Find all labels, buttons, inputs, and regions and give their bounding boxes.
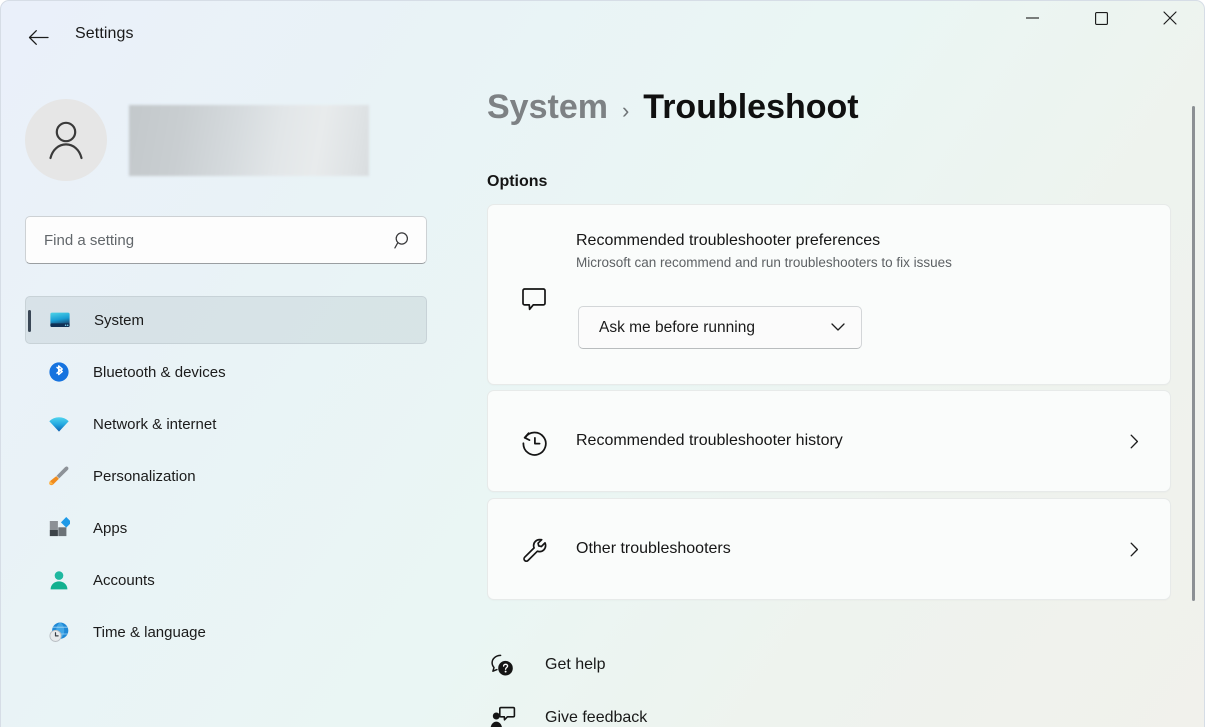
sidebar-item-label: Accounts (93, 572, 155, 589)
help-question-icon (487, 650, 517, 680)
person-avatar-icon (25, 99, 107, 181)
card-row[interactable]: Other troubleshooters (488, 499, 1170, 599)
chevron-right-icon (1124, 539, 1144, 559)
wrench-icon (517, 533, 551, 567)
sidebar-item-label: Apps (93, 520, 127, 537)
search-input[interactable] (25, 216, 427, 264)
back-arrow-icon[interactable] (19, 19, 57, 55)
wifi-icon (47, 412, 71, 436)
sidebar-item-system[interactable]: System (25, 296, 427, 344)
section-heading-options: Options (487, 173, 547, 191)
sidebar-item-label: System (94, 312, 144, 329)
history-clock-icon (517, 425, 551, 459)
sidebar-item-label: Personalization (93, 468, 196, 485)
link-label: Give feedback (545, 709, 647, 727)
monitor-icon (48, 308, 72, 332)
close-button[interactable] (1147, 1, 1193, 35)
link-get-help[interactable]: Get help (487, 648, 605, 682)
sidebar-item-time-language[interactable]: Time & language (25, 608, 427, 656)
card-title: Recommended troubleshooter history (576, 432, 843, 450)
link-label: Get help (545, 656, 605, 674)
person-icon (47, 568, 71, 592)
sidebar-item-accounts[interactable]: Accounts (25, 556, 427, 604)
settings-window: Settings (0, 0, 1205, 727)
maximize-button[interactable] (1078, 1, 1124, 35)
search-icon[interactable] (389, 226, 417, 254)
title-bar: Settings (1, 1, 1205, 73)
card-title: Recommended troubleshooter preferences (576, 232, 952, 250)
sidebar-item-personalization[interactable]: Personalization (25, 452, 427, 500)
sidebar-item-bluetooth-devices[interactable]: Bluetooth & devices (25, 348, 427, 396)
sidebar-item-network-internet[interactable]: Network & internet (25, 400, 427, 448)
navigation-list: System Bluetooth & devices Network & int… (25, 296, 427, 660)
main-content: System › Troubleshoot Options Recommende… (451, 73, 1205, 727)
card-title: Other troubleshooters (576, 540, 731, 558)
card-other-troubleshooters[interactable]: Other troubleshooters (487, 498, 1171, 600)
minimize-button[interactable] (1009, 1, 1055, 35)
sidebar-item-label: Time & language (93, 624, 206, 641)
chevron-right-icon (1124, 431, 1144, 451)
preferences-text-group: Recommended troubleshooter preferences M… (576, 232, 952, 270)
breadcrumb-parent-system[interactable]: System (487, 88, 608, 127)
sidebar-item-label: Bluetooth & devices (93, 364, 226, 381)
app-title: Settings (75, 25, 134, 43)
page-title: Troubleshoot (643, 88, 858, 127)
sidebar: System Bluetooth & devices Network & int… (1, 73, 451, 727)
apps-grid-icon (47, 516, 71, 540)
sidebar-item-apps[interactable]: Apps (25, 504, 427, 552)
troubleshooter-preference-dropdown[interactable]: Ask me before running (578, 306, 862, 349)
paintbrush-icon (47, 464, 71, 488)
card-row[interactable]: Recommended troubleshooter history (488, 391, 1170, 491)
search-box (25, 216, 427, 264)
breadcrumb: System › Troubleshoot (487, 88, 859, 127)
content-scrollbar[interactable] (1187, 73, 1199, 727)
link-give-feedback[interactable]: Give feedback (487, 701, 647, 727)
card-recommended-troubleshooter-preferences: Recommended troubleshooter preferences M… (487, 204, 1171, 385)
chat-bubble-icon (517, 283, 551, 317)
bluetooth-icon (47, 360, 71, 384)
account-profile[interactable] (25, 93, 425, 187)
chevron-down-icon (831, 323, 845, 332)
dropdown-selected-value: Ask me before running (599, 319, 755, 337)
chevron-right-icon: › (622, 98, 629, 124)
sidebar-item-label: Network & internet (93, 416, 216, 433)
scrollbar-thumb[interactable] (1192, 106, 1195, 601)
feedback-person-icon (487, 703, 517, 727)
card-subtitle: Microsoft can recommend and run troubles… (576, 255, 952, 270)
card-recommended-troubleshooter-history[interactable]: Recommended troubleshooter history (487, 390, 1171, 492)
globe-clock-icon (47, 620, 71, 644)
account-name-redacted (129, 105, 369, 176)
